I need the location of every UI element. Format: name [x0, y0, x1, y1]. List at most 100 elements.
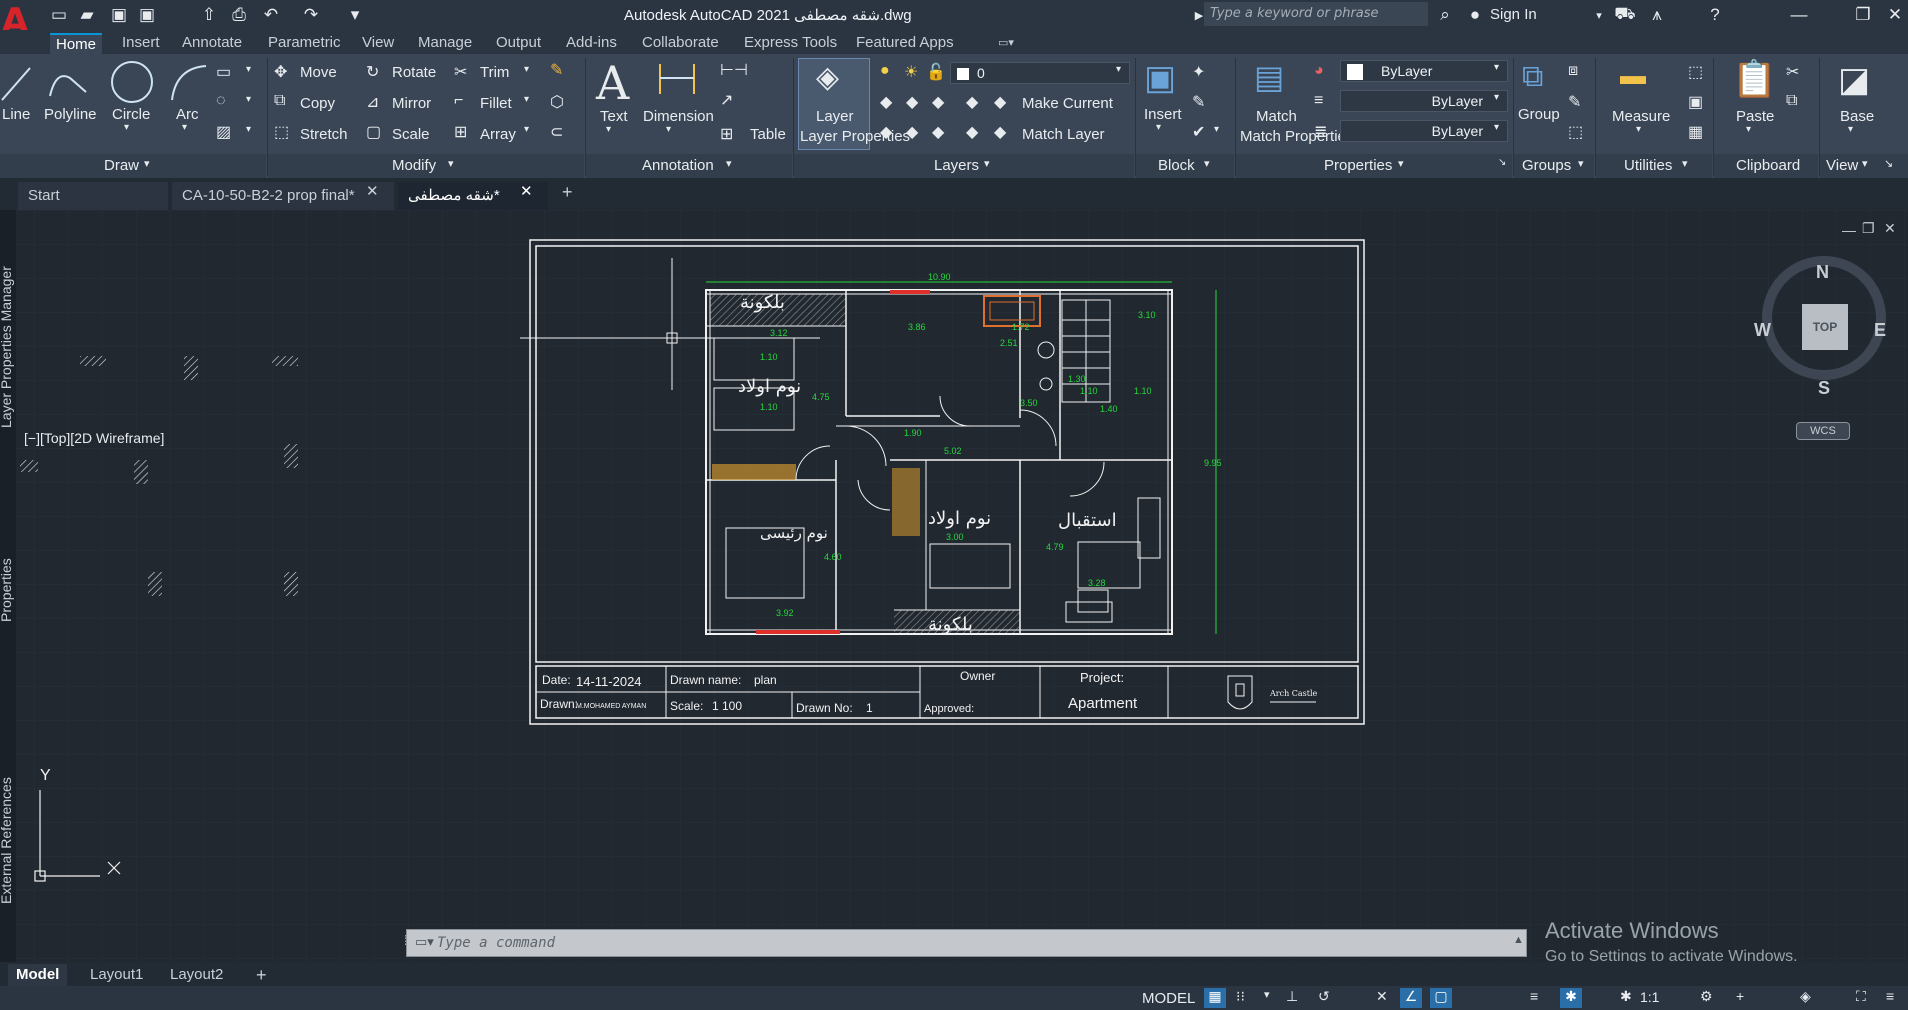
- arc-dropdown-icon[interactable]: ▾: [182, 122, 187, 133]
- palette-external-references[interactable]: External References: [0, 777, 14, 904]
- doc-tab-ca-file[interactable]: CA-10-50-B2-2 prop final*: [172, 182, 394, 210]
- rotate-icon[interactable]: ↻: [366, 62, 379, 82]
- trim-icon[interactable]: ✂: [454, 62, 467, 82]
- group-edit-icon[interactable]: ✎: [1568, 92, 1581, 112]
- new-file-icon[interactable]: ▭: [48, 4, 70, 26]
- properties-dialog-launcher-icon[interactable]: ↘: [1498, 157, 1506, 168]
- quick-select-icon[interactable]: ⬚: [1688, 62, 1703, 82]
- tab-featured-apps[interactable]: Featured Apps: [850, 33, 960, 54]
- lineweight-icon[interactable]: ≡: [1314, 92, 1323, 110]
- clipboard-panel-title[interactable]: Clipboard: [1736, 157, 1800, 174]
- ortho-icon[interactable]: ⊥: [1286, 988, 1298, 1005]
- tab-collaborate[interactable]: Collaborate: [636, 33, 725, 54]
- save-as-icon[interactable]: ▣: [136, 4, 158, 26]
- group-icon[interactable]: ⧉: [1522, 60, 1543, 94]
- stretch-icon[interactable]: ⬚: [274, 122, 289, 142]
- tab-output[interactable]: Output: [490, 33, 547, 54]
- viewcube-south[interactable]: S: [1818, 378, 1830, 399]
- command-line[interactable]: ▭▾ Type a command ▲: [406, 929, 1527, 957]
- layer-freeze-icon[interactable]: ◆: [932, 92, 944, 112]
- rotate-button[interactable]: Rotate: [392, 64, 436, 81]
- layer-isolate-icon[interactable]: ◆: [906, 92, 918, 112]
- trim-button[interactable]: Trim: [480, 64, 509, 81]
- copy-icon[interactable]: ⧉: [274, 92, 285, 110]
- rectangle-dropdown-icon[interactable]: ▾: [246, 64, 251, 75]
- layer-unisolate-icon[interactable]: ◆: [932, 122, 944, 142]
- measure-dropdown-icon[interactable]: ▾: [1636, 124, 1641, 135]
- polyline-icon[interactable]: [46, 62, 90, 104]
- layer-match-icon[interactable]: ◆: [966, 122, 978, 142]
- paste-button[interactable]: Paste: [1736, 108, 1774, 125]
- viewport-minimize-icon[interactable]: —: [1842, 222, 1856, 238]
- tab-manage[interactable]: Manage: [412, 33, 478, 54]
- match-layer-icon[interactable]: ◆: [994, 122, 1006, 142]
- dimension-icon[interactable]: [654, 60, 700, 100]
- gradient-dropdown-icon[interactable]: ▾: [246, 124, 251, 135]
- groups-panel-title[interactable]: Groups: [1522, 157, 1571, 174]
- palette-layer-properties-manager[interactable]: Layer Properties Manager: [0, 266, 14, 428]
- snap-icon[interactable]: ⁝⁝: [1236, 988, 1245, 1005]
- layers-panel-expand-icon[interactable]: ▾: [984, 157, 990, 170]
- wcs-menu[interactable]: WCS: [1796, 422, 1850, 440]
- tab-express-tools[interactable]: Express Tools: [738, 33, 843, 54]
- viewcube-top-face[interactable]: TOP: [1802, 304, 1848, 350]
- sign-in-button[interactable]: Sign In: [1490, 6, 1537, 23]
- circle-button[interactable]: Circle: [112, 106, 150, 123]
- undo-icon[interactable]: ↶: [260, 4, 282, 26]
- block-panel-expand-icon[interactable]: ▾: [1204, 157, 1210, 170]
- tab-add-ins[interactable]: Add-ins: [560, 33, 623, 54]
- command-prompt-icon[interactable]: ▭▾: [415, 934, 434, 950]
- match-properties-icon[interactable]: ▤: [1254, 58, 1284, 96]
- doc-tab-start[interactable]: Start: [18, 182, 168, 210]
- model-space-button[interactable]: MODEL: [1142, 990, 1195, 1007]
- select-all-icon[interactable]: ▣: [1688, 92, 1703, 112]
- base-dropdown-icon[interactable]: ▾: [1848, 124, 1853, 135]
- layer-on-icon[interactable]: ●: [880, 62, 890, 80]
- text-icon[interactable]: A: [596, 56, 629, 110]
- base-view-icon[interactable]: ◪: [1838, 60, 1870, 100]
- rectangle-icon[interactable]: ▭: [216, 62, 231, 82]
- ribbon-options-icon[interactable]: ▭▾: [992, 33, 1020, 54]
- linetype-dropdown-chevron-icon[interactable]: ▾: [1494, 122, 1499, 133]
- viewport-close-icon[interactable]: ✕: [1884, 220, 1896, 237]
- layer-dropdown[interactable]: 0: [950, 62, 1130, 84]
- layer-thaw-icon[interactable]: ☀: [904, 62, 918, 82]
- layer-off-icon[interactable]: ◆: [880, 92, 892, 112]
- minimize-icon[interactable]: —: [1788, 4, 1810, 26]
- move-button[interactable]: Move: [300, 64, 337, 81]
- layer-dropdown-chevron-icon[interactable]: ▾: [1116, 64, 1121, 75]
- lineweight-toggle-icon[interactable]: ≡: [1530, 988, 1538, 1004]
- redo-icon[interactable]: ↷: [300, 4, 322, 26]
- web-mobile-icon[interactable]: ⇧: [198, 4, 220, 26]
- hatch-icon[interactable]: ◌: [216, 92, 226, 110]
- view-dialog-launcher-icon[interactable]: ↘: [1884, 157, 1893, 170]
- polar-icon[interactable]: ↺: [1318, 988, 1330, 1005]
- draw-panel-expand-icon[interactable]: ▾: [144, 157, 150, 170]
- search-input[interactable]: Type a keyword or phrase: [1204, 2, 1428, 26]
- text-dropdown-icon[interactable]: ▾: [606, 124, 611, 135]
- isodraft-icon[interactable]: ✕: [1376, 988, 1388, 1005]
- save-icon[interactable]: ▣: [108, 4, 130, 26]
- explode-icon[interactable]: ⬡: [550, 92, 564, 112]
- color-dropdown[interactable]: ByLayer: [1340, 60, 1508, 82]
- scale-icon[interactable]: ▢: [366, 122, 381, 142]
- plot-icon[interactable]: ⎙: [228, 4, 250, 26]
- tab-model[interactable]: Model: [8, 964, 68, 986]
- base-button[interactable]: Base: [1840, 108, 1874, 125]
- polyline-button[interactable]: Polyline: [44, 106, 97, 123]
- edit-block-icon[interactable]: ✎: [1192, 92, 1205, 112]
- customization-menu-icon[interactable]: ≡: [1886, 988, 1894, 1004]
- search-icon[interactable]: ⌕: [1434, 4, 1456, 26]
- view-panel-title[interactable]: View: [1826, 157, 1858, 174]
- open-folder-icon[interactable]: ▰: [76, 4, 98, 26]
- match-layer-button[interactable]: Match Layer: [1022, 126, 1105, 143]
- object-snap-icon[interactable]: ▢: [1430, 988, 1452, 1008]
- grid-icon[interactable]: ▦: [1204, 988, 1226, 1008]
- cut-icon[interactable]: ✂: [1786, 62, 1799, 82]
- annotation-monitor-icon[interactable]: +: [1736, 988, 1744, 1004]
- text-button[interactable]: Text: [600, 108, 628, 125]
- array-dropdown-icon[interactable]: ▾: [524, 124, 529, 135]
- quick-access-dropdown-icon[interactable]: ▾: [344, 4, 366, 26]
- command-input[interactable]: Type a command: [437, 935, 555, 951]
- linetype-dropdown[interactable]: ByLayer: [1340, 120, 1508, 142]
